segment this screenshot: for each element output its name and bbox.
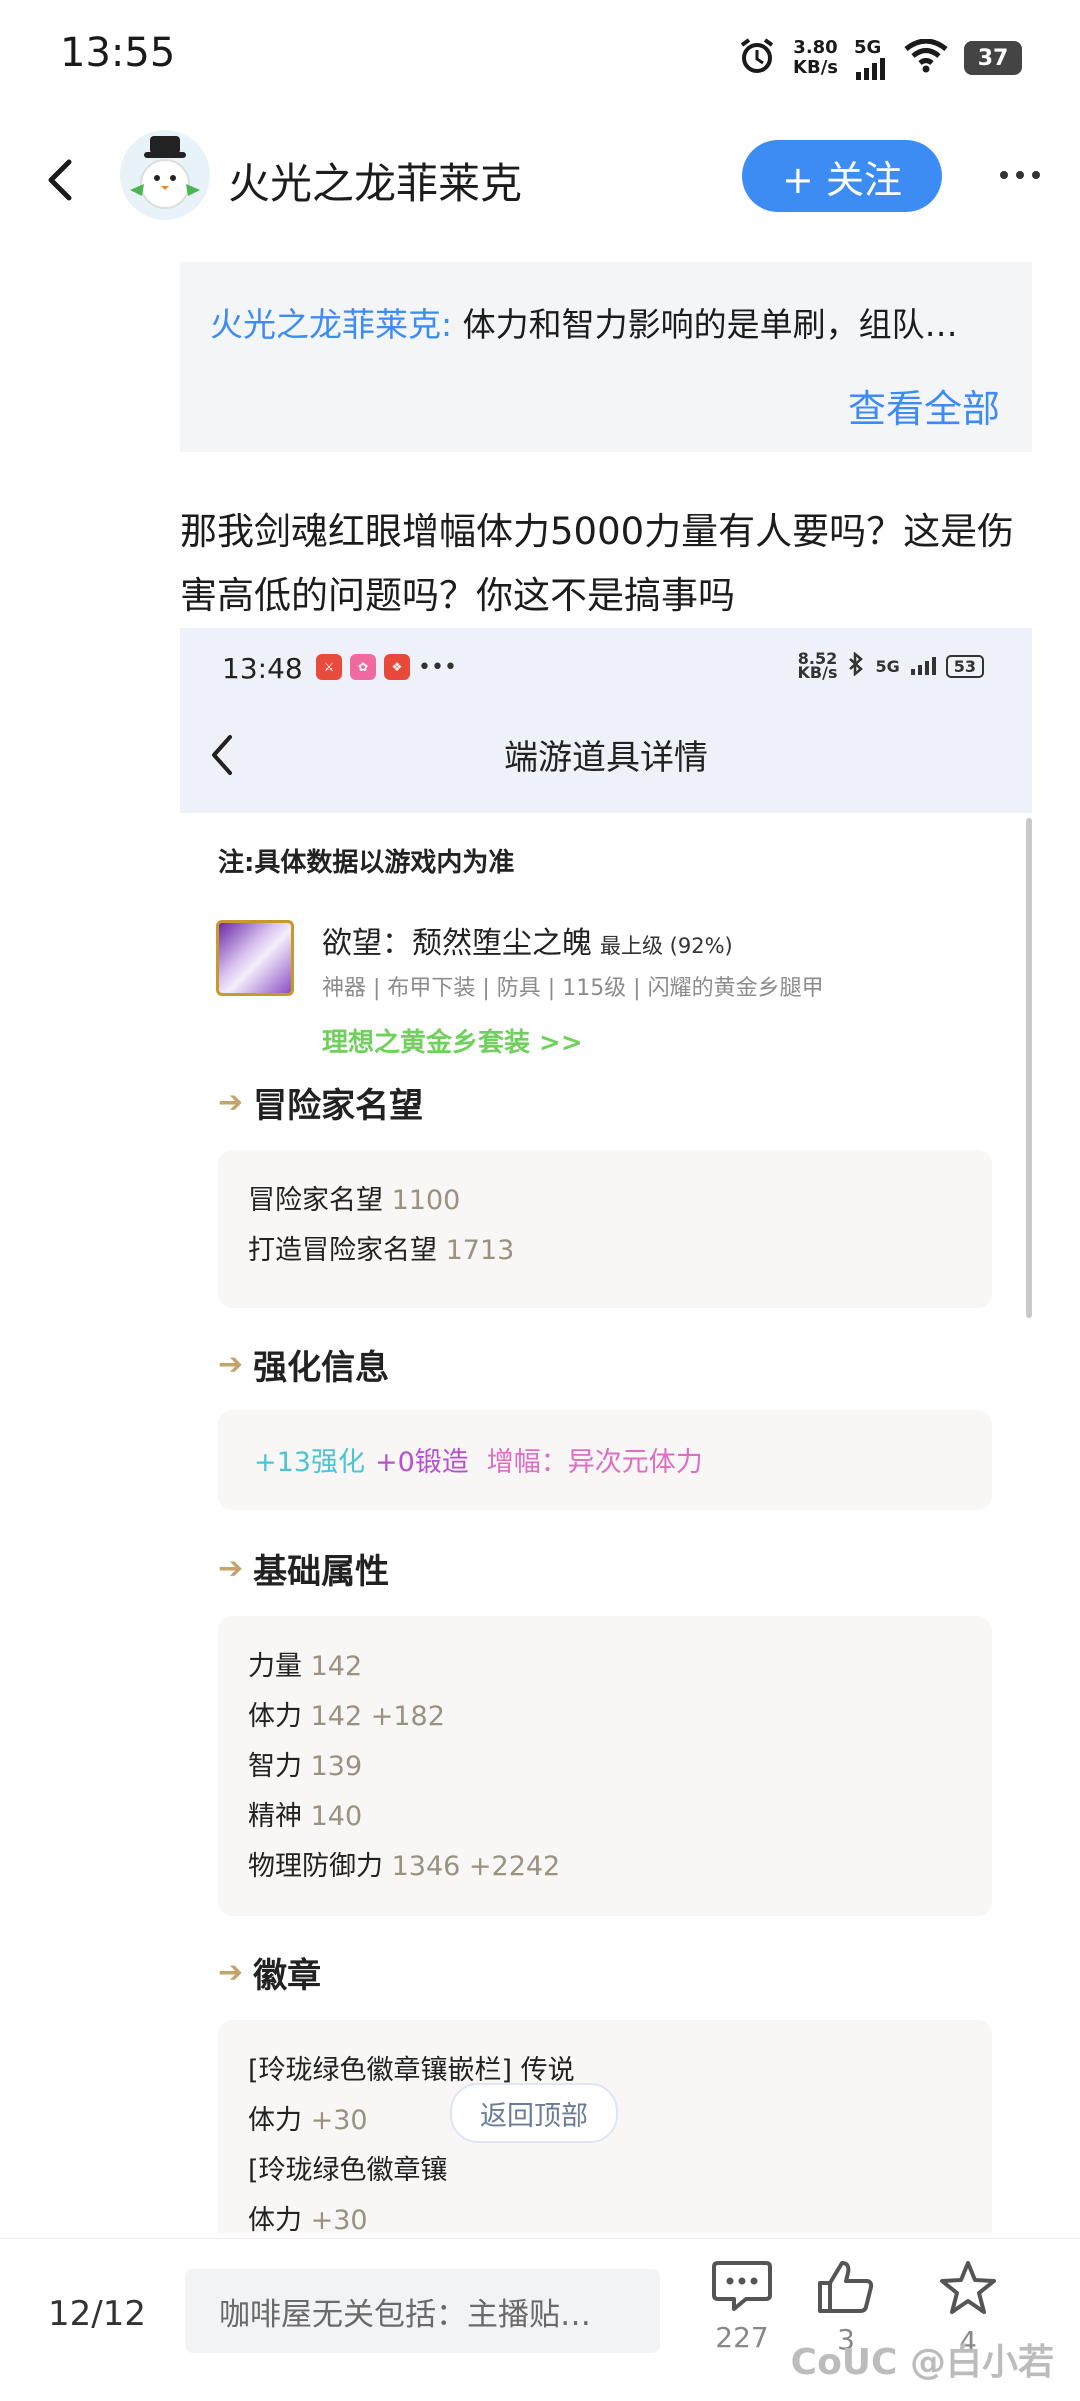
item-tags: 神器 | 布甲下装 | 防具 | 115级 | 闪耀的黄金乡腿甲 — [322, 976, 824, 1001]
star-icon — [940, 2261, 996, 2314]
avatar[interactable] — [120, 130, 210, 220]
stat-row: 精神 140 — [248, 1801, 363, 1832]
comment-button[interactable]: 227 — [692, 2259, 792, 2354]
section-title-enhance: ➔ 强化信息 — [218, 1347, 390, 1388]
thumbs-up-icon — [818, 2261, 874, 2313]
dot-icon — [1016, 171, 1024, 179]
comment-input[interactable]: 咖啡屋无关包括：主播贴… — [185, 2269, 660, 2353]
fame-row: 冒险家名望 1100 — [248, 1185, 461, 1216]
screenshot-status-time: 13:48 — [222, 652, 303, 685]
dot-icon — [1032, 171, 1040, 179]
signal-icon — [910, 657, 936, 675]
chevron-left-icon — [48, 159, 72, 201]
status-time: 13:55 — [60, 30, 176, 76]
page-indicator[interactable]: 12/12 — [48, 2294, 146, 2334]
screenshot-status-icons: 8.52 KB/s 5G 53 — [797, 649, 984, 682]
watermark: CoUC @白小若 — [790, 2342, 1054, 2383]
section-title-fame: ➔ 冒险家名望 — [218, 1085, 424, 1126]
embedded-screenshot[interactable]: 13:48 ⚔ ✿ ❖ ••• 8.52 KB/s 5G 53 端游道具详情 注:… — [180, 628, 1032, 2233]
comment-icon — [712, 2261, 772, 2311]
data-note: 注:具体数据以游戏内为准 — [218, 848, 515, 878]
screenshot-title: 端游道具详情 — [504, 738, 708, 778]
app-icon: ⚔ — [316, 654, 342, 680]
set-link: 理想之黄金乡套装 >> — [322, 1028, 583, 1058]
dot-icon — [1000, 171, 1008, 179]
battery-indicator: 37 — [964, 41, 1022, 75]
stat-row: 物理防御力 1346 +2242 — [248, 1851, 561, 1882]
item-icon — [216, 920, 294, 996]
fame-card: 冒险家名望 1100 打造冒险家名望 1713 — [218, 1150, 992, 1308]
enhance-card: +13强化 +0锻造 增幅：异次元体力 — [218, 1410, 992, 1510]
arrow-icon: ➔ — [218, 1347, 244, 1382]
fame-row: 打造冒险家名望 1713 — [248, 1235, 515, 1266]
author-name[interactable]: 火光之龙菲莱克 — [228, 150, 522, 211]
wifi-icon — [904, 38, 948, 77]
section-title-badge: ➔ 徽章 — [218, 1955, 322, 1996]
ellipsis-icon: ••• — [418, 654, 457, 680]
screenshot-battery: 53 — [945, 654, 984, 678]
app-icon: ❖ — [384, 654, 410, 680]
back-button[interactable] — [30, 150, 90, 210]
stat-row: 智力 139 — [248, 1751, 363, 1782]
quoted-text: 体力和智力影响的是单刷，组队… — [462, 305, 958, 344]
follow-button[interactable]: + 关注 — [742, 140, 942, 212]
item-name: 欲望：颓然堕尘之魄 最上级 (92%) — [322, 926, 733, 961]
alarm-icon — [737, 36, 777, 80]
bluetooth-icon — [847, 651, 865, 680]
more-options-button[interactable] — [990, 150, 1050, 200]
enhance-info: +13强化 +0锻造 增幅：异次元体力 — [254, 1447, 703, 1478]
arrow-icon: ➔ — [218, 1551, 244, 1586]
section-title-base: ➔ 基础属性 — [218, 1551, 390, 1592]
screenshot-signal: 5G — [875, 656, 900, 676]
stat-row: 力量 142 — [248, 1651, 363, 1682]
arrow-icon: ➔ — [218, 1085, 244, 1120]
post-body-text: 那我剑魂红眼增幅体力5000力量有人要吗？这是伤害高低的问题吗？你这不是搞事吗 — [180, 510, 1015, 617]
view-all-link[interactable]: 查看全部 — [848, 378, 1000, 433]
back-to-top-button: 返回顶部 — [450, 2083, 618, 2143]
screenshot-scrollbar — [1026, 818, 1032, 1318]
quoted-comment: 火光之龙菲莱克: 体力和智力影响的是单刷，组队… — [210, 298, 1000, 346]
comment-count: 227 — [715, 2321, 769, 2354]
badge-row: 体力 +30 — [248, 2105, 368, 2136]
quoted-author[interactable]: 火光之龙菲莱克: — [210, 305, 452, 344]
app-icon: ✿ — [350, 654, 376, 680]
screenshot-speed: 8.52 KB/s — [797, 649, 838, 682]
arrow-icon: ➔ — [218, 1955, 244, 1990]
badge-row: 体力 +30 — [248, 2205, 368, 2233]
item-grade: 最上级 (92%) — [600, 934, 733, 958]
screenshot-app-icons: ⚔ ✿ ❖ ••• — [316, 654, 457, 680]
bottom-bar: 12/12 咖啡屋无关包括：主播贴… 227 3 4 CoUC @白小若 — [0, 2238, 1080, 2401]
base-stats-card: 力量 142 体力 142 +182 智力 139 精神 140 物理防御力 1… — [218, 1616, 992, 1916]
stat-row: 体力 142 +182 — [248, 1701, 445, 1732]
status-icons: 3.80 KB/s 5G 37 — [737, 34, 1022, 82]
badge-row: [玲珑绿色徽章镶 — [248, 2155, 448, 2186]
network-speed: 3.80 KB/s — [793, 37, 838, 78]
cell-signal-icon: 5G — [854, 37, 888, 80]
badge-row: [玲珑绿色徽章镶嵌栏] 传说 — [248, 2055, 575, 2086]
